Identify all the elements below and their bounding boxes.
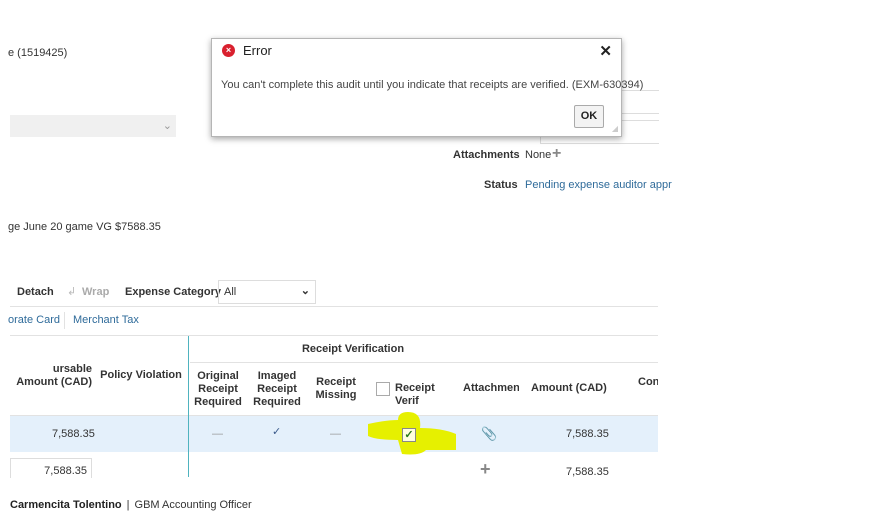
select-all-verified-checkbox[interactable] (376, 382, 390, 396)
user-name: Carmencita Tolentino (10, 499, 122, 511)
wrap-icon: ↲ (67, 286, 77, 298)
amount-value: 7,588.35 (566, 466, 609, 478)
dialog-message: You can't complete this audit until you … (221, 79, 644, 91)
column-reimbursable-amount[interactable]: ursable Amount (CAD) (10, 363, 92, 389)
column-policy-violation[interactable]: Policy Violation (96, 369, 186, 382)
column-amount[interactable]: Amount (CAD) (531, 382, 611, 395)
status-label: Status (484, 179, 518, 191)
resize-handle[interactable]: ◢ (612, 124, 618, 133)
column-receipt-missing[interactable]: Receipt Missing (312, 376, 360, 402)
column-attachments[interactable]: Attachmen (463, 382, 519, 395)
error-dialog: × Error ✕ You can't complete this audit … (211, 38, 643, 137)
chevron-down-icon: ⌄ (162, 120, 172, 132)
close-icon[interactable]: ✕ (599, 42, 612, 60)
tab-corporate-card[interactable]: orate Card (8, 314, 60, 326)
expense-description: ge June 20 game VG $7588.35 (8, 221, 161, 233)
attachments-value: None (525, 149, 552, 161)
attachments-label: Attachments (453, 149, 520, 161)
error-icon: × (222, 44, 235, 57)
expense-report-id: e (1519425) (8, 47, 68, 59)
expense-category-select[interactable]: All ⌄ (218, 280, 316, 304)
tab-merchant-tax[interactable]: Merchant Tax (73, 314, 139, 326)
user-role: GBM Accounting Officer (134, 499, 252, 511)
check-icon: ✓ (272, 426, 282, 438)
wrap-button[interactable]: Wrap (82, 286, 109, 298)
original-receipt-value: — (212, 428, 223, 440)
add-attachment-icon[interactable]: + (480, 460, 491, 478)
column-imaged-receipt[interactable]: Imaged Receipt Required (252, 370, 302, 409)
receipt-verification-header: Receipt Verification (301, 343, 405, 355)
select-value: All (224, 286, 237, 298)
column-con[interactable]: Con (638, 376, 658, 389)
detach-button[interactable]: Detach (17, 286, 54, 298)
reimbursable-amount: 7,588.35 (52, 428, 95, 440)
input-value: 7,588.35 (44, 465, 87, 477)
column-receipt-verified[interactable]: Receipt Verif (395, 382, 459, 408)
amount-value: 7,588.35 (566, 428, 609, 440)
receipt-missing-value: — (330, 428, 341, 440)
dialog-title: Error (243, 43, 272, 58)
select-field[interactable]: ⌄ (10, 115, 176, 137)
chevron-down-icon: ⌄ (300, 285, 310, 297)
status-value: Pending expense auditor appr (525, 179, 672, 191)
add-attachment-icon[interactable]: + (552, 145, 561, 163)
column-original-receipt[interactable]: Original Receipt Required (192, 370, 244, 409)
receipt-verified-checkbox[interactable]: ✓ (402, 428, 416, 442)
paperclip-icon[interactable]: 📎 (481, 426, 497, 442)
ok-button[interactable]: OK (574, 105, 604, 128)
expense-category-label: Expense Category (125, 286, 221, 298)
